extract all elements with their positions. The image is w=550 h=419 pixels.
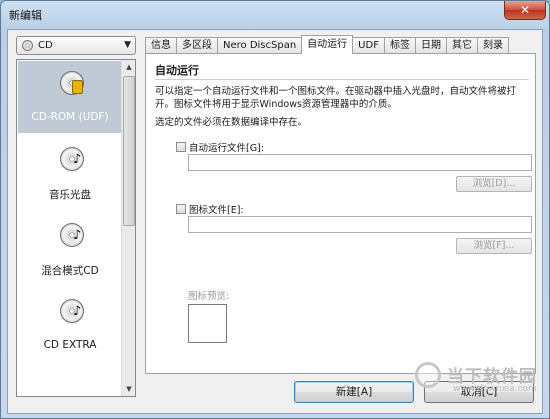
cd-extra-disc-icon: ♪ bbox=[60, 299, 84, 323]
project-item-cd-extra[interactable]: ♪ CD EXTRA bbox=[18, 289, 122, 361]
chevron-down-icon: ▼ bbox=[124, 40, 131, 50]
compilation-type-list[interactable]: CD-ROM (UDF) ♪ 音乐光盘 ♪ 混合模式CD ♪ CD EXTRA bbox=[16, 59, 136, 397]
new-button[interactable]: 新建[A] bbox=[294, 381, 414, 403]
close-button[interactable]: ✕ bbox=[504, 1, 546, 20]
tab-nero-discspan[interactable]: Nero DiscSpan bbox=[217, 37, 303, 54]
tab-udf[interactable]: UDF bbox=[352, 37, 385, 54]
title-bar: 新编辑 ✕ bbox=[1, 1, 549, 27]
autorun-panel: 自动运行 可以指定一个自动运行文件和一个图标文件。在驱动器中插入光盘时，自动文件… bbox=[145, 53, 536, 374]
tab-label[interactable]: 标签 bbox=[383, 37, 416, 54]
icon-file-checkbox[interactable] bbox=[176, 204, 186, 214]
disc-type-dropdown[interactable]: CD ▼ bbox=[16, 36, 136, 55]
scroll-down-icon[interactable]: ▼ bbox=[122, 382, 136, 396]
tab-info[interactable]: 信息 bbox=[145, 37, 177, 54]
icon-file-checkbox-row[interactable]: 图标文件[E]: bbox=[176, 202, 244, 216]
cancel-button[interactable]: 取消[C] bbox=[424, 381, 534, 403]
disc-icon bbox=[22, 40, 33, 51]
project-item-label: 音乐光盘 bbox=[49, 189, 91, 201]
project-item-label: 混合模式CD bbox=[41, 265, 99, 277]
autorun-note: 选定的文件必须在数据编译中存在。 bbox=[155, 117, 308, 128]
divider bbox=[155, 79, 529, 80]
tab-date[interactable]: 日期 bbox=[414, 37, 447, 54]
music-disc-icon: ♪ bbox=[60, 147, 84, 171]
project-item-label: CD EXTRA bbox=[43, 339, 97, 351]
tab-multisession[interactable]: 多区段 bbox=[176, 37, 218, 54]
icon-file-label: 图标文件[E]: bbox=[189, 205, 244, 216]
project-item-cd-rom-udf[interactable]: CD-ROM (UDF) bbox=[18, 61, 122, 133]
new-compilation-window: 新编辑 ✕ CD ▼ CD-ROM (UDF) ♪ 音乐光盘 ♪ 混合模式CD bbox=[0, 0, 550, 419]
data-disc-icon bbox=[60, 71, 84, 95]
project-item-mixed-mode-cd[interactable]: ♪ 混合模式CD bbox=[18, 213, 122, 285]
scroll-thumb[interactable] bbox=[123, 76, 135, 226]
close-icon: ✕ bbox=[519, 3, 531, 17]
settings-tabs: 信息 多区段 Nero DiscSpan 自动运行 UDF 标签 日期 其它 刻… bbox=[145, 35, 509, 54]
scroll-up-icon[interactable]: ▲ bbox=[122, 60, 136, 74]
autorun-file-label: 自动运行文件[G]: bbox=[189, 143, 264, 154]
project-item-label: CD-ROM (UDF) bbox=[31, 111, 109, 123]
autorun-description: 可以指定一个自动运行文件和一个图标文件。在驱动器中插入光盘时，自动文件将被打开。… bbox=[155, 86, 517, 110]
project-list-scrollbar[interactable]: ▲ ▼ bbox=[121, 60, 135, 396]
disc-type-value: CD bbox=[38, 40, 53, 51]
icon-file-input[interactable] bbox=[188, 216, 532, 233]
browse-icon-button[interactable]: 浏览[F]... bbox=[456, 238, 532, 254]
icon-preview-box bbox=[188, 304, 227, 343]
autorun-file-checkbox[interactable] bbox=[176, 142, 186, 152]
mixed-mode-disc-icon: ♪ bbox=[60, 223, 84, 247]
project-item-audio-cd[interactable]: ♪ 音乐光盘 bbox=[18, 137, 122, 209]
autorun-file-input[interactable] bbox=[188, 154, 532, 171]
dialog-client-area: CD ▼ CD-ROM (UDF) ♪ 音乐光盘 ♪ 混合模式CD ♪ CD E… bbox=[7, 29, 543, 414]
browse-autorun-button[interactable]: 浏览[D]... bbox=[456, 176, 532, 192]
autorun-file-checkbox-row[interactable]: 自动运行文件[G]: bbox=[176, 140, 264, 154]
icon-preview-label: 图标预览: bbox=[188, 291, 230, 302]
panel-title: 自动运行 bbox=[155, 64, 199, 77]
window-title: 新编辑 bbox=[9, 9, 42, 22]
tab-burn[interactable]: 刻录 bbox=[476, 37, 509, 54]
tab-misc[interactable]: 其它 bbox=[445, 37, 478, 54]
tab-autorun[interactable]: 自动运行 bbox=[301, 35, 354, 54]
